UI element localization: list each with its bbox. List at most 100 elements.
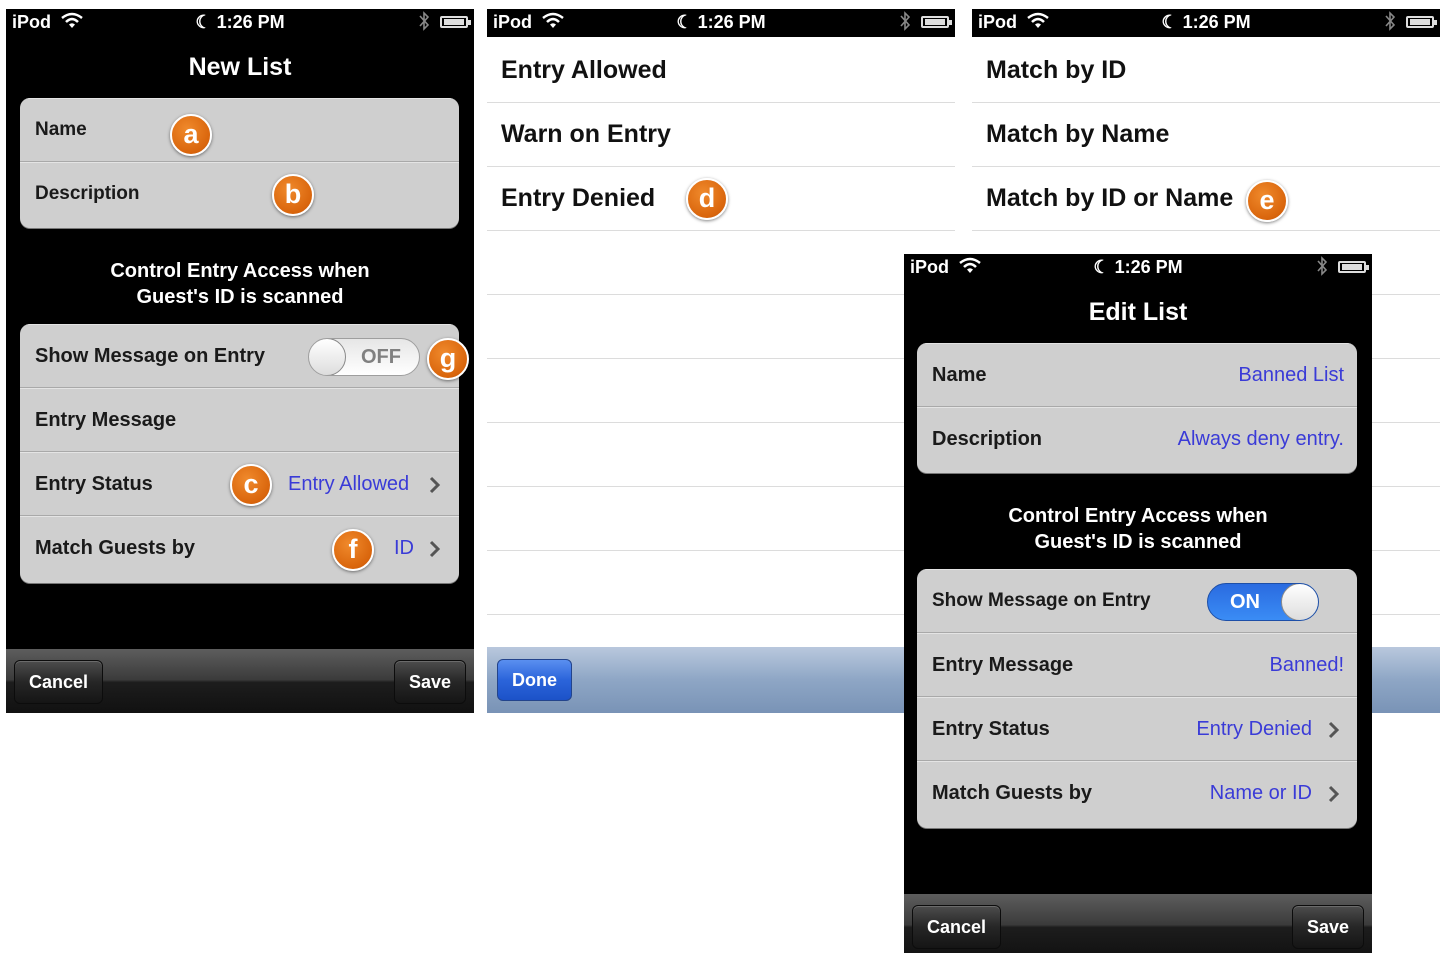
time-label: 1:26 PM: [1182, 12, 1251, 32]
option-row[interactable]: Match by ID: [972, 39, 1440, 103]
section-header: Control Entry Access when Guest's ID is …: [6, 258, 474, 310]
entry-message-row[interactable]: Entry Message: [20, 388, 459, 452]
option-label: Entry Allowed: [501, 56, 667, 84]
match-guests-row[interactable]: Match Guests by Name or ID: [917, 761, 1357, 825]
match-guests-row[interactable]: Match Guests by ID: [20, 516, 459, 580]
entry-message-label: Entry Message: [932, 654, 1074, 676]
status-bar: iPod ☾ 1:26 PM: [487, 9, 955, 37]
entry-status-row[interactable]: Entry Status Entry Denied: [917, 697, 1357, 761]
moon-icon: ☾: [1093, 257, 1110, 277]
empty-row: [487, 487, 955, 551]
chevron-right-icon: [429, 476, 441, 494]
show-message-label: Show Message on Entry: [35, 345, 266, 367]
save-button[interactable]: Save: [393, 660, 466, 704]
done-button[interactable]: Done: [497, 659, 572, 701]
callout-a: a: [170, 114, 212, 156]
description-label: Description: [932, 428, 1043, 450]
show-message-toggle[interactable]: OFF: [308, 338, 420, 376]
callout-d: d: [686, 178, 728, 220]
page-title: Edit List: [1088, 298, 1188, 326]
status-bar: iPod ☾ 1:26 PM: [904, 254, 1372, 282]
status-bar: iPod ☾ 1:26 PM: [6, 9, 474, 37]
show-message-toggle[interactable]: ON: [1207, 583, 1319, 621]
match-guests-value: ID: [394, 537, 414, 559]
match-guests-label: Match Guests by: [932, 782, 1093, 804]
bluetooth-icon: [419, 11, 430, 31]
option-label: Entry Denied: [501, 184, 656, 212]
option-row[interactable]: Match by ID or Name: [972, 167, 1440, 231]
chevron-right-icon: [429, 540, 441, 558]
status-time: ☾ 1:26 PM: [972, 12, 1440, 33]
save-button[interactable]: Save: [1291, 905, 1364, 949]
option-row[interactable]: Warn on Entry: [487, 103, 955, 167]
show-message-row: Show Message on Entry OFF: [20, 324, 459, 388]
name-row[interactable]: Name: [20, 98, 459, 162]
description-row[interactable]: Description: [20, 162, 459, 226]
show-message-row: Show Message on Entry ON: [917, 569, 1357, 633]
entry-status-label: Entry Status: [932, 718, 1050, 740]
status-time: ☾ 1:26 PM: [487, 12, 955, 33]
entry-status-value: Entry Denied: [1196, 718, 1312, 740]
option-label: Match by ID: [986, 56, 1127, 84]
entry-status-picker-screen: iPod ☾ 1:26 PM Entry Allowed Warn on Ent…: [487, 9, 955, 713]
option-row[interactable]: Match by Name: [972, 103, 1440, 167]
option-label: Match by ID or Name: [986, 184, 1234, 212]
battery-icon: [440, 16, 471, 28]
moon-icon: ☾: [676, 12, 693, 32]
time-label: 1:26 PM: [216, 12, 285, 32]
section-header-line1: Control Entry Access when: [110, 260, 370, 282]
name-description-group: Name Banned List Description Always deny…: [917, 343, 1357, 473]
show-message-label: Show Message on Entry: [932, 590, 1151, 611]
callout-c: c: [230, 464, 272, 506]
name-value: Banned List: [1238, 364, 1344, 386]
battery-icon: [1338, 261, 1369, 273]
empty-row: [487, 551, 955, 615]
new-list-screen: iPod ☾ 1:26 PM New List Name Description…: [6, 9, 474, 713]
section-header-line2: Guest's ID is scanned: [136, 286, 344, 308]
cancel-button[interactable]: Cancel: [912, 905, 1002, 949]
option-row[interactable]: Entry Allowed: [487, 39, 955, 103]
toggle-knob: [1281, 584, 1318, 620]
toggle-knob: [309, 339, 346, 375]
bottom-toolbar: Done: [487, 647, 955, 713]
chevron-right-icon: [1328, 721, 1340, 739]
empty-row: [487, 423, 955, 487]
bottom-toolbar: Cancel Save: [904, 894, 1372, 953]
description-value: Always deny entry.: [1177, 428, 1344, 450]
section-header-line2: Guest's ID is scanned: [1034, 531, 1242, 553]
section-header: Control Entry Access when Guest's ID is …: [904, 503, 1372, 555]
name-label: Name: [932, 364, 987, 386]
description-row[interactable]: Description Always deny entry.: [917, 407, 1357, 471]
time-label: 1:26 PM: [1114, 257, 1183, 277]
cancel-button[interactable]: Cancel: [14, 660, 104, 704]
name-description-group: Name Description: [20, 98, 459, 228]
entry-message-value: Banned!: [1269, 654, 1344, 676]
option-label: Warn on Entry: [501, 120, 671, 148]
name-label: Name: [35, 119, 87, 140]
entry-status-options: Entry Allowed Warn on Entry Entry Denied: [487, 39, 955, 615]
empty-row: [487, 295, 955, 359]
bluetooth-icon: [1317, 256, 1328, 276]
toggle-state: OFF: [361, 346, 401, 368]
name-row[interactable]: Name Banned List: [917, 343, 1357, 407]
entry-status-value: Entry Allowed: [288, 473, 410, 495]
moon-icon: ☾: [1161, 12, 1178, 32]
edit-list-screen: iPod ☾ 1:26 PM Edit List Name Banned Lis…: [904, 254, 1372, 953]
battery-icon: [1406, 16, 1437, 28]
bluetooth-icon: [900, 11, 911, 31]
empty-row: [487, 359, 955, 423]
description-label: Description: [35, 183, 140, 204]
callout-b: b: [272, 174, 314, 216]
toggle-state: ON: [1230, 591, 1260, 613]
page-title: New List: [188, 53, 292, 81]
settings-group: Show Message on Entry OFF Entry Message …: [20, 324, 459, 583]
entry-status-label: Entry Status: [35, 473, 153, 495]
moon-icon: ☾: [195, 12, 212, 32]
match-guests-value: Name or ID: [1209, 782, 1312, 804]
callout-g: g: [427, 338, 469, 380]
bottom-toolbar: Cancel Save: [6, 649, 474, 713]
entry-message-row[interactable]: Entry Message Banned!: [917, 633, 1357, 697]
status-time: ☾ 1:26 PM: [6, 12, 474, 33]
status-time: ☾ 1:26 PM: [904, 257, 1372, 278]
bluetooth-icon: [1385, 11, 1396, 31]
